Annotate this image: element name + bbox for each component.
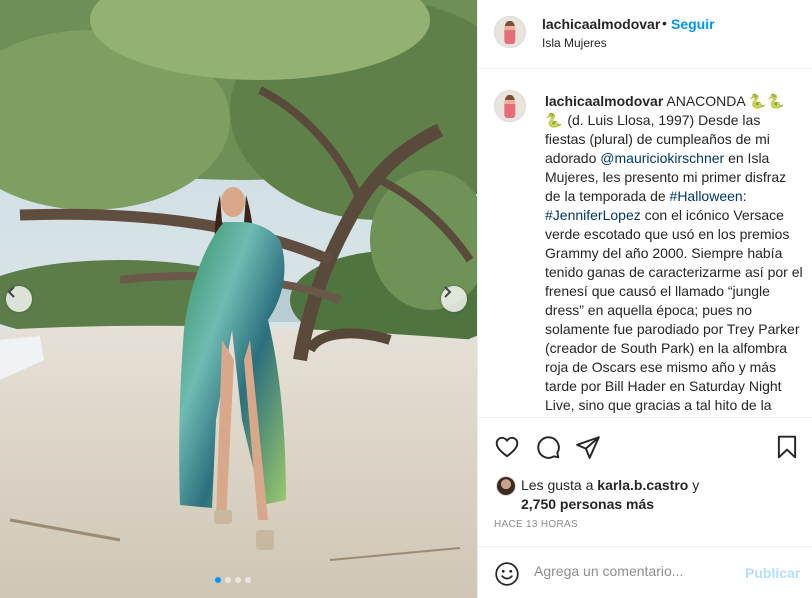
- comment-bar: Publicar: [478, 546, 812, 598]
- bookmark-icon[interactable]: [774, 434, 800, 460]
- post-side-panel: lachicaalmodovar • Seguir Isla Mujeres l…: [477, 0, 812, 598]
- caption-text: con el icónico Versace verde escotado qu…: [545, 207, 803, 417]
- hashtag-link[interactable]: #JenniferLopez: [545, 207, 641, 223]
- carousel-dot: [235, 577, 241, 583]
- heart-icon[interactable]: [494, 434, 520, 460]
- comment-input[interactable]: [534, 563, 734, 579]
- caption-area[interactable]: lachicaalmodovar ANACONDA 🐍🐍🐍 (d. Luis L…: [478, 70, 812, 417]
- carousel-dot: [215, 577, 221, 583]
- location-link[interactable]: Isla Mujeres: [542, 36, 607, 50]
- next-slide-button[interactable]: [441, 286, 467, 312]
- chevron-right-icon: [444, 286, 452, 298]
- post-header: lachicaalmodovar • Seguir Isla Mujeres: [478, 0, 812, 69]
- avatar[interactable]: [494, 16, 526, 48]
- mention-link[interactable]: @mauriciokirschner: [600, 150, 724, 166]
- publish-button[interactable]: Publicar: [745, 565, 800, 581]
- action-bar: [478, 417, 812, 473]
- caption-text: :: [742, 188, 747, 204]
- caption-avatar[interactable]: [494, 90, 526, 122]
- post-photo[interactable]: [0, 0, 477, 598]
- likes-connector: y: [688, 477, 700, 493]
- post-username[interactable]: lachicaalmodovar: [542, 16, 660, 32]
- share-icon[interactable]: [575, 434, 601, 460]
- follow-button[interactable]: Seguir: [671, 16, 715, 32]
- likes-prefix: Les gusta a: [521, 477, 598, 493]
- likes-count[interactable]: 2,750 personas más: [521, 496, 654, 512]
- caption-username[interactable]: lachicaalmodovar: [545, 93, 663, 109]
- post-caption: lachicaalmodovar ANACONDA 🐍🐍🐍 (d. Luis L…: [545, 92, 803, 417]
- hashtag-link[interactable]: #Halloween: [670, 188, 743, 204]
- liker-avatar[interactable]: [496, 476, 516, 496]
- beach-photo-illustration: [0, 0, 477, 598]
- carousel-dot: [225, 577, 231, 583]
- liker-username[interactable]: karla.b.castro: [597, 477, 688, 493]
- likes-text: Les gusta a karla.b.castro y 2,750 perso…: [521, 476, 811, 514]
- smiley-icon[interactable]: [494, 561, 520, 587]
- carousel-dot: [245, 577, 251, 583]
- caption-text: ANACONDA: [663, 93, 749, 109]
- previous-slide-button[interactable]: [6, 286, 32, 312]
- separator-bullet: •: [662, 15, 667, 31]
- carousel-indicator: [215, 577, 251, 583]
- post-timestamp[interactable]: HACE 13 HORAS: [494, 519, 578, 530]
- chevron-left-icon: [7, 286, 15, 298]
- comment-icon[interactable]: [535, 434, 561, 460]
